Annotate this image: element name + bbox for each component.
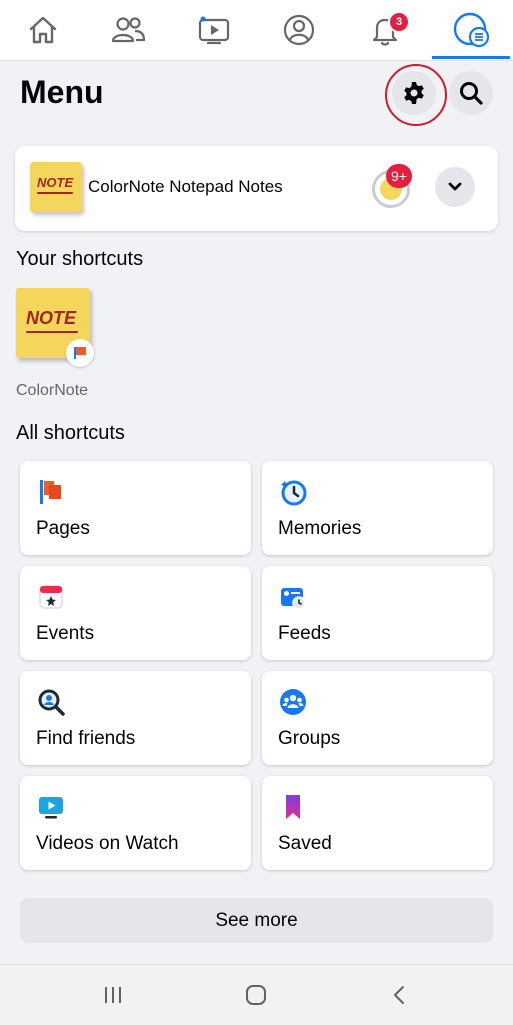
friends-icon [111,17,145,43]
tile-label: Groups [278,728,341,749]
home-button-icon [246,985,266,1005]
colornote-thumbnail: NOTE [30,162,82,212]
expand-accounts-button[interactable] [435,167,475,207]
flag-icon [74,347,86,359]
back-icon [394,986,404,1004]
tab-home[interactable] [0,0,85,60]
events-calendar-icon [39,585,63,609]
tab-friends[interactable] [85,0,170,60]
find-friends-icon [38,689,65,716]
tab-notifications[interactable] [342,0,427,60]
tile-label: Find friends [36,728,136,749]
profile-icon [283,14,314,46]
tab-profile[interactable] [256,0,341,60]
top-nav-bar: 3 [0,0,513,61]
tile-label: Memories [278,518,362,539]
search-icon [460,82,483,105]
shortcut-label: ColorNote [16,382,89,399]
feeds-icon [281,588,306,610]
active-tab-indicator [432,56,510,59]
notification-count-badge: 3 [388,11,410,33]
memories-clock-icon [281,480,307,506]
groups-icon [280,689,306,715]
settings-highlight-ring [385,64,447,126]
watch-video-icon [39,797,63,819]
profile-name: ColorNote Notepad Notes [88,177,283,196]
all-shortcuts-heading: All shortcuts [16,422,125,444]
search-button[interactable] [449,71,493,115]
menu-icon [453,12,489,48]
tile-label: Feeds [278,623,331,644]
tab-watch[interactable] [171,0,256,60]
home-icon [29,16,56,44]
story-count-badge: 9+ [386,164,412,188]
system-navigation-bar [0,964,513,1025]
watch-icon [198,16,229,45]
system-home-button[interactable] [216,965,296,1025]
tile-label: Pages [36,518,90,539]
tab-menu[interactable] [428,0,513,60]
note-underline [37,192,73,194]
shortcut-tile-saved[interactable]: Saved [262,776,493,870]
page-title: Menu [20,74,104,110]
note-thumb-text: NOTE [37,175,74,190]
saved-bookmark-icon [286,795,300,819]
page-badge [66,339,94,367]
see-more-button[interactable]: See more [20,898,493,943]
shortcut-tile-find-friends[interactable]: Find friends [20,671,251,765]
shortcut-thumb-text: NOTE [26,308,77,328]
pages-flag-icon [40,480,61,504]
your-shortcuts-heading: Your shortcuts [16,248,144,270]
recents-icon [105,987,121,1003]
shortcut-tile-memories[interactable]: Memories [262,461,493,555]
chevron-down-icon [448,182,462,191]
tile-label: Saved [278,833,332,854]
shortcut-note-underline [26,331,78,333]
shortcut-tile-videos-on-watch[interactable]: Videos on Watch [20,776,251,870]
system-back-button[interactable] [360,965,440,1025]
shortcut-tile-groups[interactable]: Groups [262,671,493,765]
shortcut-tile-feeds[interactable]: Feeds [262,566,493,660]
shortcut-tile-pages[interactable]: Pages [20,461,251,555]
tile-label: Videos on Watch [36,833,179,854]
tile-label: Events [36,623,95,644]
shortcut-tile-events[interactable]: Events [20,566,251,660]
recents-button[interactable] [73,965,153,1025]
